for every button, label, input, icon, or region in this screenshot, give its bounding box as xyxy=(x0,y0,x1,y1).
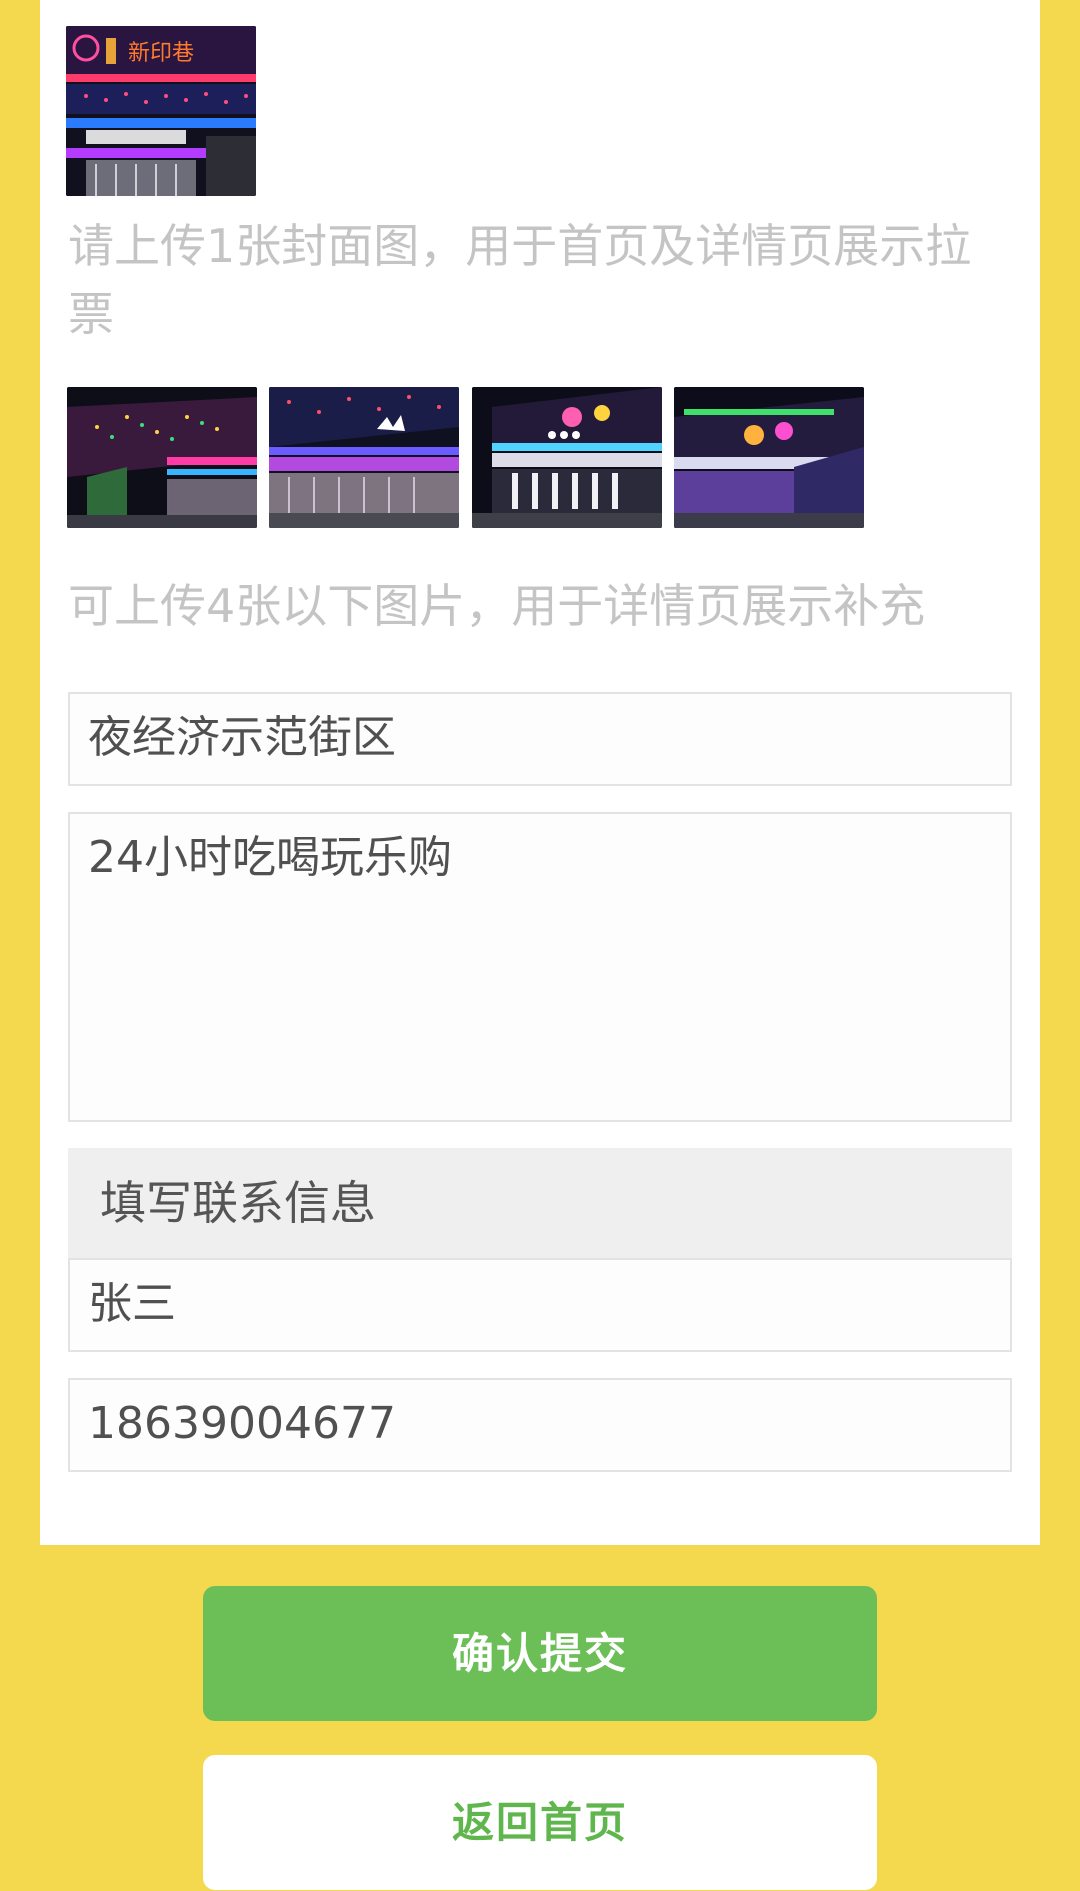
gallery-upload-hint: 可上传4张以下图片，用于详情页展示补充 xyxy=(68,579,926,633)
cover-image[interactable]: 新印巷 xyxy=(66,26,256,196)
description-textarea[interactable]: 24小时吃喝玩乐购 xyxy=(68,812,1012,1122)
cover-upload-hint: 请上传1张封面图，用于首页及详情页展示拉票 xyxy=(68,219,972,341)
gallery-image-2[interactable] xyxy=(269,387,459,528)
title-input[interactable]: 夜经济示范街区 xyxy=(68,692,1012,786)
form-card: 新印巷 请上传1张封面图，用于首页及详情页展示拉票 可上传4张以下图片，用于详情… xyxy=(40,0,1040,1545)
gallery-image-4[interactable] xyxy=(674,387,864,528)
contact-name-input[interactable]: 张三 xyxy=(68,1258,1012,1352)
gallery-image-1[interactable] xyxy=(67,387,257,528)
confirm-submit-button[interactable]: 确认提交 xyxy=(203,1586,877,1721)
contact-phone-input[interactable]: 18639004677 xyxy=(68,1378,1012,1472)
contact-section-header: 填写联系信息 xyxy=(68,1148,1012,1258)
gallery-image-3[interactable] xyxy=(472,387,662,528)
cover-sign-text: 新印巷 xyxy=(128,41,194,66)
return-home-button[interactable]: 返回首页 xyxy=(203,1755,877,1890)
page: 新印巷 请上传1张封面图，用于首页及详情页展示拉票 可上传4张以下图片，用于详情… xyxy=(0,0,1080,1891)
